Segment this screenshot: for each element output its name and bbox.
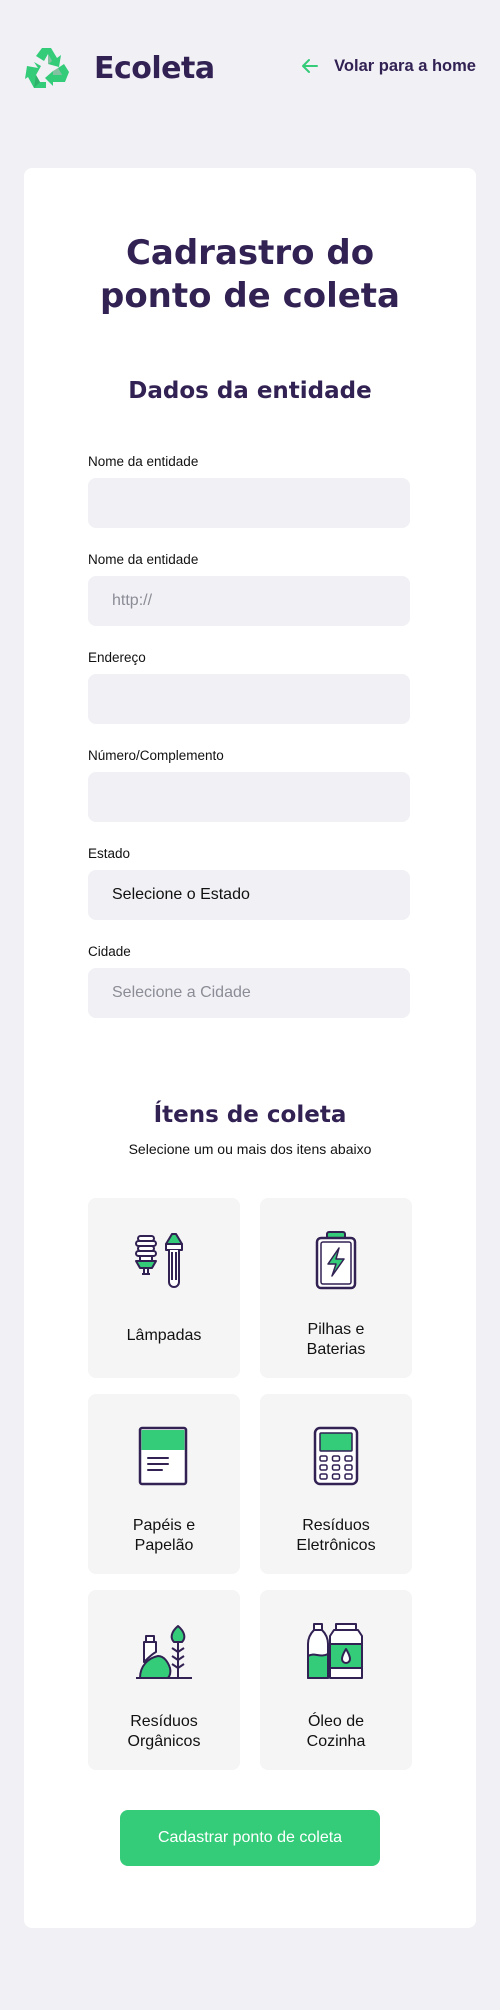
site-header: Ecoleta Volar para a home bbox=[24, 40, 476, 96]
back-link-label: Volar para a home bbox=[334, 56, 476, 75]
oil-icon bbox=[307, 1623, 363, 1679]
city-select-placeholder: Selecione a Cidade bbox=[112, 984, 251, 1001]
page-title-line-1: Cadrastro do bbox=[125, 233, 375, 273]
city-label: Cidade bbox=[88, 944, 131, 959]
address-input[interactable] bbox=[88, 674, 410, 724]
item-organic-label: Resíduos Orgânicos bbox=[127, 1713, 201, 1750]
item-cooking-oil-label: Óleo de Cozinha bbox=[306, 1713, 366, 1750]
item-cooking-oil[interactable]: Óleo de Cozinha bbox=[260, 1590, 412, 1770]
number-complement-label: Número/Complemento bbox=[88, 748, 224, 763]
back-to-home-link[interactable]: Volar para a home bbox=[300, 56, 476, 76]
entity-section-title: Dados da entidade bbox=[128, 378, 372, 404]
entity-name-input[interactable] bbox=[88, 478, 410, 528]
item-batteries-label: Pilhas e Baterias bbox=[306, 1321, 366, 1358]
recycle-icon bbox=[25, 48, 69, 88]
logo[interactable]: Ecoleta bbox=[24, 44, 215, 92]
item-paper-label: Papéis e Papelão bbox=[132, 1517, 196, 1554]
lamps-icon bbox=[135, 1233, 183, 1288]
paper-icon bbox=[138, 1426, 188, 1486]
entity-url-input[interactable]: http:// bbox=[88, 576, 410, 626]
item-lamps-label: Lâmpadas bbox=[126, 1327, 202, 1344]
logo-text: Ecoleta bbox=[94, 50, 215, 86]
entity-url-placeholder: http:// bbox=[112, 592, 153, 609]
registration-form: Cadrastro do ponto de coleta Dados da en… bbox=[24, 168, 476, 1928]
item-electronics-label: Resíduos Eletrônicos bbox=[296, 1517, 376, 1554]
entity-name-label: Nome da entidade bbox=[88, 454, 199, 469]
item-organic[interactable]: Resíduos Orgânicos bbox=[88, 1590, 240, 1770]
address-label: Endereço bbox=[88, 650, 146, 665]
battery-icon bbox=[315, 1231, 357, 1290]
item-lamps[interactable]: Lâmpadas bbox=[88, 1198, 240, 1378]
organic-icon bbox=[136, 1625, 192, 1679]
state-label: Estado bbox=[88, 846, 131, 861]
number-complement-input[interactable] bbox=[88, 772, 410, 822]
state-select[interactable]: Selecione o Estado bbox=[88, 870, 410, 920]
state-select-value: Selecione o Estado bbox=[112, 886, 250, 903]
items-section-subtitle: Selecione um ou mais dos itens abaixo bbox=[128, 1141, 372, 1157]
items-section-title: Ítens de coleta bbox=[153, 1102, 347, 1128]
item-paper[interactable]: Papéis e Papelão bbox=[88, 1394, 240, 1574]
page-title-line-2: ponto de coleta bbox=[99, 276, 400, 316]
entity-url-label: Nome da entidade bbox=[88, 552, 199, 567]
item-electronics[interactable]: Resíduos Eletrônicos bbox=[260, 1394, 412, 1574]
submit-button[interactable]: Cadastrar ponto de coleta bbox=[120, 1810, 380, 1866]
electronics-icon bbox=[313, 1426, 359, 1486]
item-batteries[interactable]: Pilhas e Baterias bbox=[260, 1198, 412, 1378]
city-select[interactable]: Selecione a Cidade bbox=[88, 968, 410, 1018]
page-title: Cadrastro do ponto de coleta bbox=[24, 232, 476, 318]
arrow-left-icon bbox=[302, 59, 319, 73]
